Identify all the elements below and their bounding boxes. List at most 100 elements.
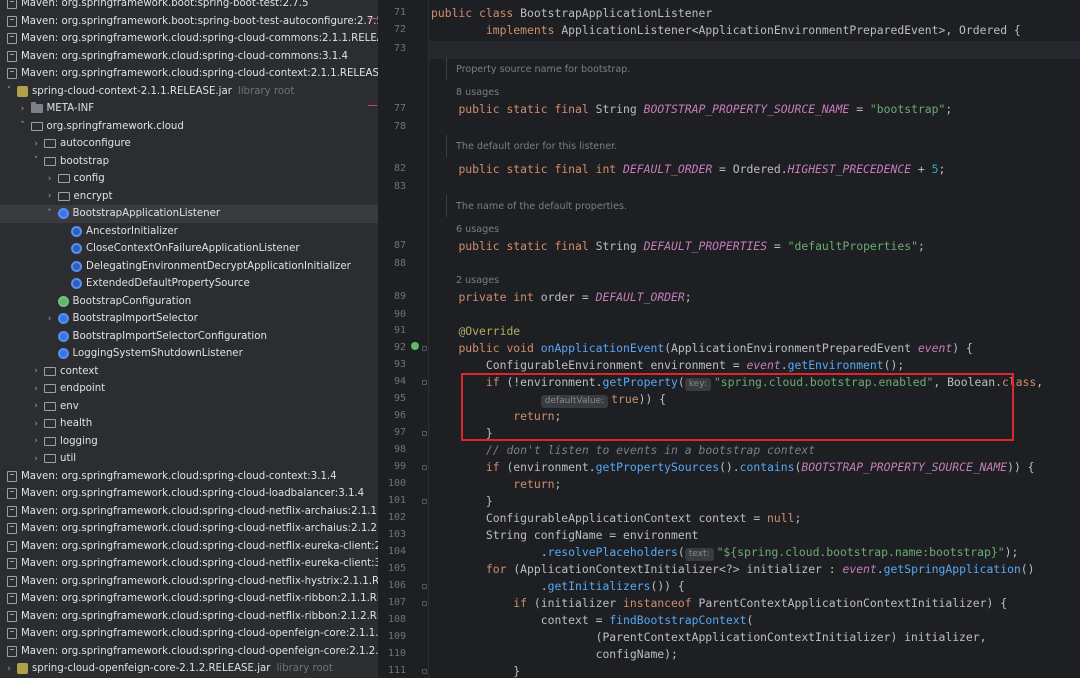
tree-item[interactable]: Maven: org.springframework.cloud:spring-… [0, 625, 378, 643]
chevron-down-icon[interactable]: ˅ [45, 209, 55, 219]
tree-item[interactable]: ˅ org.springframework.cloud [0, 118, 378, 136]
tree-item[interactable]: Maven: org.springframework.cloud:spring-… [0, 48, 378, 66]
tree-item[interactable]: › context [0, 363, 378, 381]
code-line[interactable]: configName); [431, 647, 678, 661]
tree-item[interactable]: › autoconfigure [0, 135, 378, 153]
fold-marker-icon[interactable] [422, 346, 427, 351]
tree-item[interactable]: DelegatingEnvironmentDecryptApplicationI… [0, 258, 378, 276]
code-token: ); [1004, 545, 1019, 559]
chevron-right-icon[interactable]: › [45, 174, 55, 184]
rendered-doc-comment: The name of the default properties. [446, 195, 1080, 217]
code-line[interactable]: ConfigurableEnvironment environment = ev… [431, 358, 904, 372]
tree-item[interactable]: › env [0, 398, 378, 416]
tree-item[interactable]: › util [0, 450, 378, 468]
tree-item[interactable]: ˅ bootstrap [0, 153, 378, 171]
code-line[interactable]: public static final String DEFAULT_PROPE… [431, 239, 925, 253]
tree-item[interactable]: Maven: org.springframework.cloud:spring-… [0, 468, 378, 486]
fold-marker-icon[interactable] [422, 465, 427, 470]
tree-item[interactable]: ˅ BootstrapApplicationListener [0, 205, 378, 223]
code-line[interactable]: return; [431, 409, 561, 423]
chevron-right-icon[interactable]: › [45, 314, 55, 324]
code-line[interactable]: .resolvePlaceholders(text: "${spring.clou… [431, 545, 1018, 561]
code-line[interactable]: @Override [431, 324, 520, 338]
code-token: ; [917, 239, 925, 253]
chevron-right-icon[interactable]: › [31, 401, 41, 411]
project-tree-panel[interactable]: Maven: org.springframework.boot:spring-b… [0, 0, 378, 678]
tree-item[interactable]: Maven: org.springframework.cloud:spring-… [0, 573, 378, 591]
tree-item[interactable]: ExtendedDefaultPropertySource [0, 275, 378, 293]
tree-item[interactable]: › logging [0, 433, 378, 451]
code-line[interactable]: for (ApplicationContextInitializer<?> in… [431, 562, 1035, 576]
tree-item[interactable]: › META-INF [0, 100, 378, 118]
chevron-right-icon[interactable]: › [31, 366, 41, 376]
code-line[interactable]: if (!environment.getProperty(key: "spring… [431, 375, 1043, 391]
chevron-down-icon[interactable]: ˅ [18, 121, 28, 131]
fold-marker-icon[interactable] [422, 669, 427, 674]
chevron-right-icon[interactable]: › [31, 436, 41, 446]
tree-item[interactable]: › encrypt [0, 188, 378, 206]
code-line[interactable]: public static final String BOOTSTRAP_PRO… [431, 102, 952, 116]
code-line[interactable]: String configName = environment [431, 528, 699, 542]
chevron-down-icon[interactable]: ˅ [31, 156, 41, 166]
override-gutter-icon[interactable] [411, 342, 419, 350]
code-line[interactable]: defaultValue: true)) { [431, 392, 666, 408]
fold-marker-icon[interactable] [422, 431, 427, 436]
code-editor[interactable]: 71 public class BootstrapApplicationListe… [378, 0, 1080, 678]
tree-item[interactable]: Maven: org.springframework.boot:spring-b… [0, 13, 378, 31]
code-line[interactable]: implements ApplicationListener<Applicati… [431, 23, 1021, 37]
tree-item[interactable]: Maven: org.springframework.cloud:spring-… [0, 538, 378, 556]
tree-item[interactable]: › health [0, 415, 378, 433]
tree-item[interactable]: Maven: org.springframework.cloud:spring-… [0, 503, 378, 521]
chevron-down-icon[interactable]: ˅ [4, 86, 14, 96]
tree-item[interactable]: › spring-cloud-openfeign-core-2.1.2.RELEA… [0, 660, 378, 678]
code-token: . [431, 579, 548, 593]
code-line[interactable]: return; [431, 477, 561, 491]
code-line[interactable]: (ParentContextApplicationContextInitiali… [431, 630, 987, 644]
tree-item[interactable]: Maven: org.springframework.cloud:spring-… [0, 590, 378, 608]
chevron-right-icon[interactable]: › [31, 384, 41, 394]
code-line[interactable]: } [431, 664, 520, 678]
code-line[interactable]: public class BootstrapApplicationListene… [431, 6, 712, 20]
tree-item[interactable]: Maven: org.springframework.cloud:spring-… [0, 608, 378, 626]
code-line[interactable]: } [431, 426, 493, 440]
code-line[interactable]: } [431, 494, 493, 508]
code-line[interactable]: if (initializer instanceof ParentContext… [431, 596, 1007, 610]
tree-item[interactable]: ˅ spring-cloud-context-2.1.1.RELEASE.jar l… [0, 83, 378, 101]
tree-item[interactable]: › endpoint [0, 380, 378, 398]
code-line[interactable]: // don't listen to events in a bootstrap… [431, 443, 815, 457]
usages-hint[interactable]: 2 usages [456, 275, 499, 286]
tree-item[interactable]: › BootstrapImportSelector [0, 310, 378, 328]
tree-item[interactable]: Maven: org.springframework.cloud:spring-… [0, 643, 378, 661]
tree-item[interactable]: BootstrapImportSelectorConfiguration [0, 328, 378, 346]
chevron-right-icon[interactable]: › [4, 664, 14, 674]
tree-item[interactable]: AncestorInitializer [0, 223, 378, 241]
code-line[interactable]: if (environment.getPropertySources().con… [431, 460, 1035, 474]
tree-item[interactable]: Maven: org.springframework.cloud:spring-… [0, 520, 378, 538]
usages-hint[interactable]: 6 usages [456, 224, 499, 235]
usages-hint[interactable]: 8 usages [456, 87, 499, 98]
code-line[interactable]: .getInitializers()) { [431, 579, 685, 593]
fold-marker-icon[interactable] [422, 601, 427, 606]
tree-item[interactable]: CloseContextOnFailureApplicationListener [0, 240, 378, 258]
code-line[interactable]: context = findBootstrapContext( [431, 613, 754, 627]
tree-item[interactable]: LoggingSystemShutdownListener [0, 345, 378, 363]
tree-item[interactable]: Maven: org.springframework.cloud:spring-… [0, 485, 378, 503]
chevron-right-icon[interactable]: › [31, 419, 41, 429]
code-line[interactable]: ConfigurableApplicationContext context =… [431, 511, 801, 525]
tree-item[interactable]: BootstrapConfiguration [0, 293, 378, 311]
code-line[interactable]: private int order = DEFAULT_ORDER; [431, 290, 691, 304]
chevron-right-icon[interactable]: › [18, 104, 28, 114]
code-line[interactable]: public static final int DEFAULT_ORDER = … [431, 162, 945, 176]
fold-marker-icon[interactable] [422, 584, 427, 589]
tree-item[interactable]: Maven: org.springframework.cloud:spring-… [0, 555, 378, 573]
fold-marker-icon[interactable] [422, 499, 427, 504]
chevron-right-icon[interactable]: › [45, 191, 55, 201]
tree-item[interactable]: Maven: org.springframework.cloud:spring-… [0, 30, 378, 48]
chevron-right-icon[interactable]: › [31, 454, 41, 464]
code-line[interactable]: public void onApplicationEvent(Applicati… [431, 341, 972, 355]
tree-item[interactable]: › config [0, 170, 378, 188]
tree-item[interactable]: Maven: org.springframework.boot:spring-b… [0, 0, 378, 13]
tree-item[interactable]: Maven: org.springframework.cloud:spring-… [0, 65, 378, 83]
chevron-right-icon[interactable]: › [31, 139, 41, 149]
fold-marker-icon[interactable] [422, 380, 427, 385]
